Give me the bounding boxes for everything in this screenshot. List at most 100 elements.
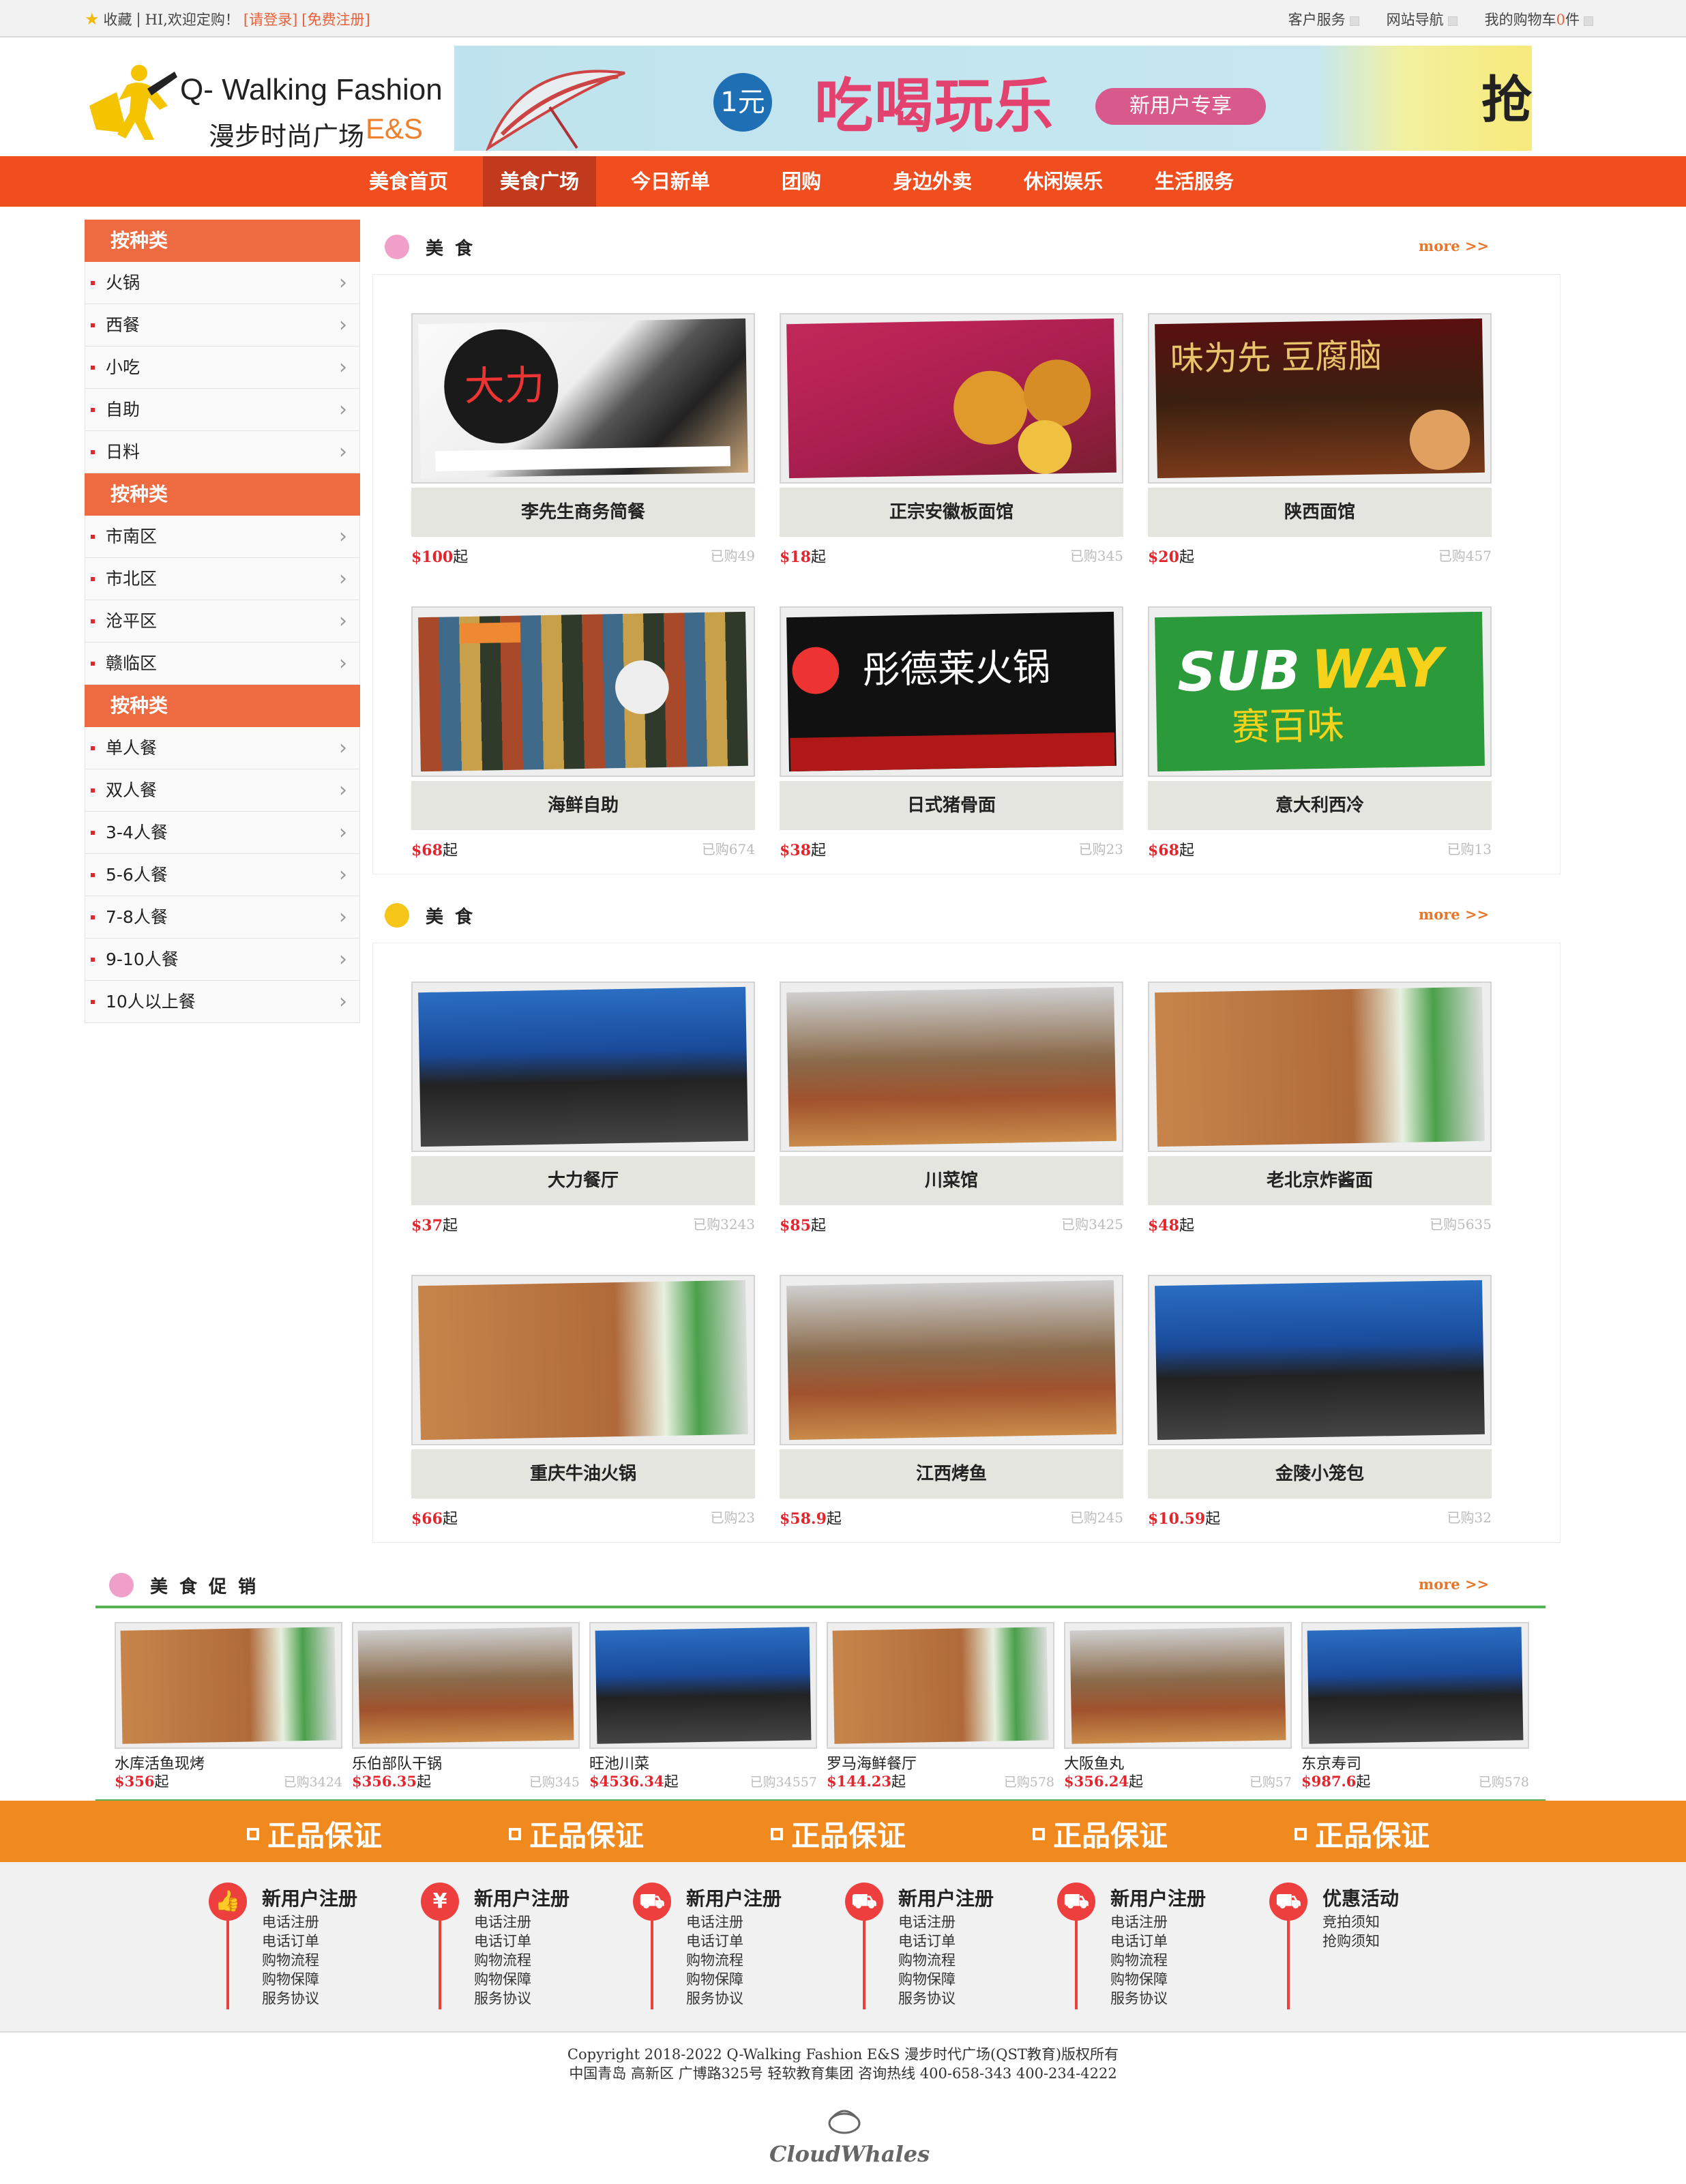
product-name[interactable]: 日式猪骨面 [780,781,1123,830]
product-image[interactable] [411,1275,755,1445]
nav-item-new-today[interactable]: 今日新单 [614,156,727,207]
help-link[interactable]: 服务协议 [898,1989,956,2008]
product-name[interactable]: 大力餐厅 [411,1156,755,1205]
help-link[interactable]: 电话注册 [474,1913,531,1932]
help-link[interactable]: 电话注册 [1110,1913,1168,1932]
product-name[interactable]: 川菜馆 [780,1156,1123,1205]
sidebar-item-cangping[interactable]: 沧平区 [85,600,360,643]
nav-item-home[interactable]: 美食首页 [352,156,465,207]
product-image[interactable] [411,606,755,777]
sidebar-item-double[interactable]: 双人餐 [85,769,360,812]
sidebar-item-western[interactable]: 西餐 [85,304,360,346]
product-name[interactable]: 重庆牛油火锅 [411,1449,755,1499]
product-image[interactable]: 大力 [411,313,755,484]
promo-image[interactable] [1301,1622,1529,1749]
help-link[interactable]: 电话注册 [898,1913,956,1932]
sidebar-item-hotpot[interactable]: 火锅 [85,262,360,304]
product-image[interactable] [1148,982,1492,1152]
sidebar-item-5-6[interactable]: 5-6人餐 [85,854,360,896]
help-link[interactable]: 购物保障 [474,1970,531,1989]
truck-icon: ⛟ [1057,1883,1095,1921]
product-image[interactable] [411,982,755,1152]
star-icon[interactable]: ★ [85,10,100,29]
product-name[interactable]: 李先生商务简餐 [411,488,755,537]
product-name[interactable]: 正宗安徽板面馆 [780,488,1123,537]
product-image[interactable]: SUB WAY 赛百味 [1148,606,1492,777]
product-name[interactable]: 海鲜自助 [411,781,755,830]
site-nav-menu[interactable]: 网站导航 [1387,9,1458,29]
nav-item-food-plaza[interactable]: 美食广场 [483,156,596,207]
login-link[interactable]: [请登录] [243,9,297,29]
promo-banner[interactable]: 1元 吃喝玩乐 新用户专享 抢 [454,46,1532,151]
help-link[interactable]: 电话注册 [262,1913,319,1932]
help-link[interactable]: 竞拍须知 [1322,1913,1380,1932]
help-link[interactable]: 电话订单 [474,1932,531,1951]
more-link[interactable]: more >> [1419,237,1489,254]
sidebar-item-buffet[interactable]: 自助 [85,389,360,431]
sidebar-item-7-8[interactable]: 7-8人餐 [85,896,360,939]
help-link[interactable]: 服务协议 [474,1989,531,2008]
help-title: 新用户注册 [686,1887,782,1910]
promo-image[interactable] [352,1622,580,1749]
help-link[interactable]: 电话注册 [686,1913,743,1932]
promo-image[interactable] [827,1622,1054,1749]
promo-image[interactable] [115,1622,342,1749]
yen-icon: ¥ [421,1883,459,1921]
sidebar-item-shinan[interactable]: 市南区 [85,516,360,558]
product-image[interactable]: 味为先 豆腐脑 [1148,313,1492,484]
flower-icon [109,1573,134,1597]
help-link[interactable]: 购物保障 [686,1970,743,1989]
favorite-link[interactable]: 收藏 [104,9,132,29]
help-link[interactable]: 抢购须知 [1322,1932,1380,1951]
product-image[interactable] [780,982,1123,1152]
product-name[interactable]: 老北京炸酱面 [1148,1156,1492,1205]
sidebar-item-ganlin[interactable]: 赣临区 [85,643,360,685]
sidebar-item-snack[interactable]: 小吃 [85,346,360,389]
help-link[interactable]: 购物流程 [686,1951,743,1970]
more-link[interactable]: more >> [1419,906,1489,923]
help-link[interactable]: 电话订单 [262,1932,319,1951]
help-column: ⛟ 新用户注册 电话注册 电话订单 购物流程 购物保障 服务协议 [845,1883,1050,2039]
sidebar-item-shibei[interactable]: 市北区 [85,558,360,600]
promo-image[interactable] [589,1622,817,1749]
nav-item-delivery[interactable]: 身边外卖 [876,156,989,207]
help-link[interactable]: 购物流程 [898,1951,956,1970]
help-link[interactable]: 电话订单 [686,1932,743,1951]
help-link[interactable]: 购物流程 [262,1951,319,1970]
sidebar-item-japanese[interactable]: 日料 [85,431,360,473]
register-link[interactable]: [免费注册] [301,9,370,29]
nav-item-life-service[interactable]: 生活服务 [1138,156,1251,207]
help-link[interactable]: 服务协议 [686,1989,743,2008]
cart-menu[interactable]: 我的购物车0件 [1485,9,1593,29]
promo-price: $356.24起 [1064,1773,1143,1790]
more-link[interactable]: more >> [1419,1576,1489,1593]
customer-service-menu[interactable]: 客户服务 [1288,9,1359,29]
help-link[interactable]: 电话订单 [1110,1932,1168,1951]
product-name[interactable]: 金陵小笼包 [1148,1449,1492,1499]
product-image[interactable] [780,313,1123,484]
sidebar-item-3-4[interactable]: 3-4人餐 [85,812,360,854]
sidebar-item-single[interactable]: 单人餐 [85,727,360,769]
sidebar-item-9-10[interactable]: 9-10人餐 [85,939,360,981]
promo-image[interactable] [1064,1622,1292,1749]
help-link[interactable]: 购物保障 [898,1970,956,1989]
product-name[interactable]: 意大利西冷 [1148,781,1492,830]
logo[interactable]: Q- Walking Fashion 漫步时尚广场 E&S [86,53,443,151]
sidebar-item-10-plus[interactable]: 10人以上餐 [85,981,360,1023]
product-name[interactable]: 江西烤鱼 [780,1449,1123,1499]
product-sold: 已购13 [1447,841,1492,857]
help-link[interactable]: 购物流程 [1110,1951,1168,1970]
nav-item-group-buy[interactable]: 团购 [745,156,858,207]
help-link[interactable]: 购物保障 [262,1970,319,1989]
product-sold: 已购3243 [693,1216,755,1233]
help-link[interactable]: 购物流程 [474,1951,531,1970]
product-image[interactable] [1148,1275,1492,1445]
help-link[interactable]: 服务协议 [262,1989,319,2008]
help-link[interactable]: 服务协议 [1110,1989,1168,2008]
nav-item-leisure[interactable]: 休闲娱乐 [1007,156,1120,207]
help-link[interactable]: 电话订单 [898,1932,956,1951]
product-image[interactable] [780,1275,1123,1445]
help-link[interactable]: 购物保障 [1110,1970,1168,1989]
product-image[interactable]: 彤德莱火锅 [780,606,1123,777]
product-name[interactable]: 陕西面馆 [1148,488,1492,537]
